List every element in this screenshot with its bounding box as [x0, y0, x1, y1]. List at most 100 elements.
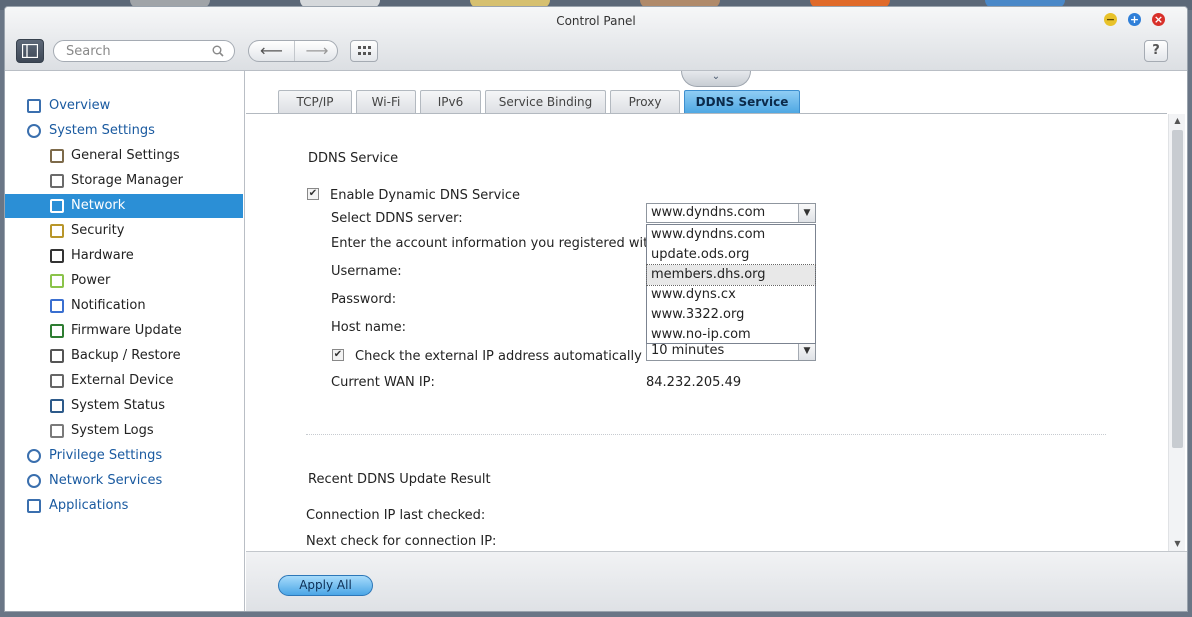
sidebar-item-power[interactable]: Power [5, 269, 243, 293]
tab-tcp-ip[interactable]: TCP/IP [278, 90, 352, 113]
wan-ip-label: Current WAN IP: [331, 375, 435, 390]
enable-ddns-checkbox[interactable]: ✔ [307, 188, 319, 200]
password-label: Password: [331, 292, 397, 307]
tab-proxy[interactable]: Proxy [610, 90, 680, 113]
sidebar-item-label: Security [71, 223, 125, 238]
sidebar-toggle-button[interactable] [16, 39, 44, 63]
tab-service-binding[interactable]: Service Binding [485, 90, 606, 113]
sidebar-item-overview[interactable]: Overview [5, 94, 243, 118]
tab-ipv6[interactable]: IPv6 [420, 90, 481, 113]
sidebar-item-storage-manager[interactable]: Storage Manager [5, 169, 243, 193]
window-title: Control Panel [556, 14, 636, 28]
sidebar-item-label: Network [71, 198, 126, 213]
username-label: Username: [331, 264, 402, 279]
sidebar-item-label: Firmware Update [71, 323, 182, 338]
sidebar-item-label: Power [71, 273, 111, 288]
check-ip-label: Check the external IP address automatica… [355, 349, 642, 364]
dropdown-option[interactable]: www.dyns.cx [647, 285, 815, 305]
storage-icon [50, 174, 64, 188]
sidebar-item-system-settings[interactable]: System Settings [5, 119, 243, 143]
sidebar-item-firmware-update[interactable]: Firmware Update [5, 319, 243, 343]
sidebar-item-label: System Status [71, 398, 166, 413]
check-interval-value: 10 minutes [651, 343, 725, 358]
ddns-settings-panel: DDNS Service ✔ Enable Dynamic DNS Servic… [246, 114, 1167, 551]
minimize-button[interactable]: − [1104, 13, 1117, 26]
external-device-icon [50, 374, 64, 388]
sidebar-item-hardware[interactable]: Hardware [5, 244, 243, 268]
close-button[interactable]: × [1152, 13, 1165, 26]
enable-ddns-label: Enable Dynamic DNS Service [330, 188, 521, 203]
tab-wi-fi[interactable]: Wi-Fi [356, 90, 416, 113]
scroll-up-icon[interactable]: ▲ [1169, 114, 1186, 128]
sidebar-item-security[interactable]: Security [5, 219, 243, 243]
forward-button[interactable]: ⟶ [294, 41, 337, 61]
grid-icon [357, 46, 371, 55]
user-icon [27, 449, 41, 463]
sidebar-item-notification[interactable]: Notification [5, 294, 243, 318]
notification-icon [50, 299, 64, 313]
scroll-thumb[interactable] [1172, 130, 1183, 448]
last-checked-label: Connection IP last checked: [306, 508, 486, 523]
recent-update-heading: Recent DDNS Update Result [308, 472, 491, 487]
firmware-icon [50, 324, 64, 338]
sidebar-item-label: Overview [49, 98, 111, 113]
ddns-section-heading: DDNS Service [308, 151, 399, 166]
sidebar-item-system-status[interactable]: System Status [5, 394, 243, 418]
wan-ip-value: 84.232.205.49 [646, 375, 742, 390]
lock-icon [50, 224, 64, 238]
dropdown-option[interactable]: update.ods.org [647, 245, 815, 265]
section-divider [306, 434, 1106, 435]
sidebar-item-label: Backup / Restore [71, 348, 181, 363]
gear-icon [27, 124, 41, 138]
sidebar-item-backup-restore[interactable]: Backup / Restore [5, 344, 243, 368]
dropdown-option[interactable]: www.3322.org [647, 305, 815, 325]
sidebar-item-privilege-settings[interactable]: Privilege Settings [5, 444, 243, 468]
dropdown-option[interactable]: www.no-ip.com [647, 325, 815, 345]
apply-all-button[interactable]: Apply All [278, 575, 373, 596]
search-field[interactable] [53, 40, 235, 62]
check-ip-checkbox[interactable]: ✔ [332, 349, 344, 361]
sidebar-item-system-logs[interactable]: System Logs [5, 419, 243, 443]
sidebar-item-network-services[interactable]: Network Services [5, 469, 243, 493]
history-navigation: ⟵ ⟶ [248, 40, 338, 62]
next-check-label: Next check for connection IP: [306, 534, 497, 549]
main-content: ⌄ TCP/IP Wi-Fi IPv6 Service Binding Prox… [246, 71, 1187, 611]
globe-icon [27, 474, 41, 488]
ddns-server-dropdown-list: www.dyndns.com update.ods.org members.dh… [646, 224, 816, 344]
general-settings-icon [50, 149, 64, 163]
apps-grid-button[interactable] [350, 40, 378, 62]
sidebar-item-label: Hardware [71, 248, 134, 263]
logs-icon [50, 424, 64, 438]
scroll-down-icon[interactable]: ▼ [1169, 537, 1186, 551]
collapse-toggle[interactable]: ⌄ [681, 71, 751, 87]
sidebar-item-general-settings[interactable]: General Settings [5, 144, 243, 168]
hardware-icon [50, 249, 64, 263]
dropdown-option[interactable]: members.dhs.org [646, 264, 816, 286]
sidebar-item-label: Privilege Settings [49, 448, 163, 463]
dropdown-option[interactable]: www.dyndns.com [647, 225, 815, 245]
sidebar-item-label: Notification [71, 298, 146, 313]
sidebar-navigation: Overview System Settings General Settings S… [5, 71, 245, 611]
ddns-server-select[interactable]: www.dyndns.com ▼ [646, 203, 816, 223]
sidebar-item-applications[interactable]: Applications [5, 494, 243, 518]
tab-ddns-service[interactable]: DDNS Service [684, 90, 800, 113]
search-input[interactable] [66, 44, 206, 59]
search-icon[interactable] [212, 45, 224, 60]
chevron-down-icon[interactable]: ▼ [798, 204, 815, 222]
applications-icon [27, 499, 41, 513]
sidebar-item-label: General Settings [71, 148, 180, 163]
account-info-label: Enter the account information you regist… [331, 236, 657, 251]
maximize-button[interactable]: + [1128, 13, 1141, 26]
sidebar-layout-icon [21, 43, 39, 59]
sidebar-item-external-device[interactable]: External Device [5, 369, 243, 393]
back-button[interactable]: ⟵ [249, 41, 294, 61]
sidebar-item-label: Storage Manager [71, 173, 183, 188]
help-button[interactable]: ? [1144, 40, 1168, 62]
backup-icon [50, 349, 64, 363]
vertical-scrollbar[interactable]: ▲ ▼ [1168, 114, 1185, 551]
monitor-icon [50, 399, 64, 413]
sidebar-item-label: System Settings [49, 123, 155, 138]
network-icon [50, 199, 64, 213]
sidebar-item-network[interactable]: Network [5, 194, 243, 218]
title-bar: Control Panel − + × ⟵ ⟶ ? [5, 7, 1187, 71]
